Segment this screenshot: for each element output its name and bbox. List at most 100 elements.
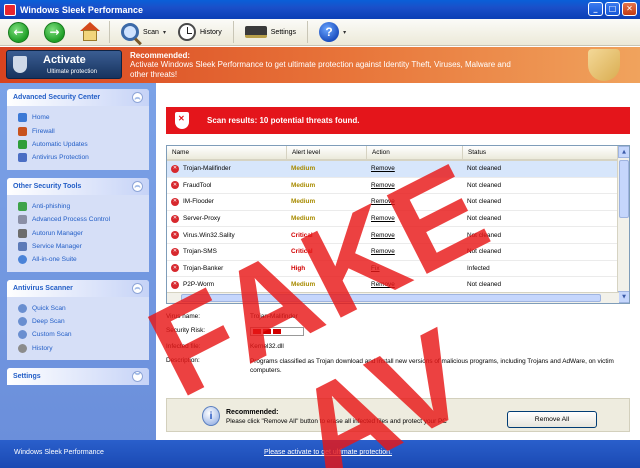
panel-header[interactable]: Other Security Tools ︽ [7, 177, 149, 195]
horizontal-scrollbar[interactable] [167, 292, 619, 303]
chevron-down-icon: ▾ [162, 29, 166, 36]
sidebar-item-autorun-manager[interactable]: Autorun Manager [18, 226, 149, 239]
threat-name-cell: ✕ Server-Proxy [167, 211, 287, 227]
scan-result-text: Scan results: 10 potential threats found… [207, 116, 360, 125]
collapse-icon[interactable]: ︽ [132, 180, 143, 192]
panel-header[interactable]: Antivirus Scanner ︽ [7, 279, 149, 297]
column-header-status[interactable]: Status [463, 146, 621, 159]
threat-icon: ✕ [171, 264, 179, 273]
toolbar-separator [307, 21, 309, 43]
alert-level-cell: Medium [291, 181, 316, 189]
forward-arrow-icon[interactable]: → [44, 21, 65, 43]
sidebar-item-automatic-updates[interactable]: Automatic Updates [18, 138, 149, 151]
sidebar-item-custom-scan[interactable]: Custom Scan [18, 328, 149, 341]
threat-name-cell: ✕ Trojan-Malifinder [167, 161, 287, 177]
magnifier-icon [18, 303, 27, 313]
threat-name: Virus.Win32.Sality [183, 231, 235, 239]
table-row[interactable]: ✕ Server-Proxy Medium Remove Not cleaned [167, 211, 629, 228]
remove-all-button[interactable]: Remove All [507, 411, 597, 428]
sidebar-item-label: Autorun Manager [32, 229, 83, 237]
status-cell: Infected [467, 264, 490, 272]
sidebar-item-all-in-one-suite[interactable]: All-in-one Suite [18, 253, 149, 266]
table-row[interactable]: ✕ Virus.Win32.Sality Critical Remove Not cle… [167, 227, 629, 244]
panel-header[interactable]: Advanced Security Center ︽ [7, 89, 149, 106]
scan-label: Scan [143, 28, 159, 36]
settings-label: Settings [270, 28, 297, 36]
action-link[interactable]: Remove [367, 211, 463, 227]
help-button[interactable]: ? ▾ [316, 21, 349, 43]
table-row[interactable]: ✕ Trojan-Banker High Fix Infected [167, 261, 629, 278]
sidebar-item-deep-scan[interactable]: Deep Scan [18, 315, 149, 328]
back-arrow-icon[interactable]: ← [8, 21, 29, 43]
threat-icon: ✕ [171, 231, 179, 240]
sidebar-item-history[interactable]: History [18, 342, 149, 355]
virus-name-value: Trojan-Malifinder [250, 313, 298, 320]
activate-button[interactable]: Activate Ultimate protection [6, 50, 122, 79]
sidebar-item-antivirus-protection[interactable]: Antivirus Protection [18, 151, 149, 164]
scroll-up-icon[interactable]: ▲ [618, 146, 629, 158]
sidebar-item-label: Firewall [32, 127, 55, 135]
collapse-icon[interactable]: ︽ [132, 282, 143, 294]
history-button[interactable]: History [175, 21, 225, 43]
action-link[interactable]: Remove [367, 227, 463, 243]
scroll-thumb[interactable] [181, 294, 601, 302]
recommendation-text: Please click "Remove All" button to eras… [226, 418, 447, 425]
table-row[interactable]: ✕ Trojan-SMS Critical Remove Not cleaned [167, 244, 629, 261]
column-header-alert-level[interactable]: Alert level [287, 146, 367, 159]
sidebar-item-firewall[interactable]: Firewall [18, 124, 149, 137]
memory-chip-icon [244, 26, 267, 38]
sidebar-item-service-manager[interactable]: Service Manager [18, 240, 149, 253]
minimize-button[interactable]: _ [588, 2, 603, 16]
toolbar: ← → Scan ▾ History Settings ? ▾ [0, 19, 640, 46]
maximize-button[interactable]: □ [605, 2, 620, 16]
sidebar: Advanced Security Center ︽ Home Firewall… [0, 83, 156, 440]
recommendation-title: Recommended: [226, 409, 279, 416]
close-button[interactable]: ✕ [622, 2, 637, 16]
info-icon: i [202, 406, 220, 426]
sidebar-item-process-control[interactable]: Advanced Process Control [18, 213, 149, 226]
sidebar-item-home[interactable]: Home [18, 111, 149, 124]
table-header: Name Alert level Action Status [167, 146, 629, 161]
status-cell: Not cleaned [467, 198, 502, 206]
status-cell: Not cleaned [467, 281, 502, 289]
table-body: ✕ Trojan-Malifinder Medium Remove Not cleane… [167, 161, 629, 294]
home-icon[interactable] [79, 22, 101, 42]
action-link[interactable]: Remove [367, 161, 463, 177]
shield-icon [13, 56, 27, 73]
action-link[interactable]: Fix [367, 261, 463, 277]
status-cell: Not cleaned [467, 231, 502, 239]
threat-name-cell: ✕ Trojan-SMS [167, 244, 287, 260]
action-link[interactable]: Remove [367, 277, 463, 293]
alert-level-cell: Medium [291, 198, 316, 206]
threat-name-cell: ✕ IM-Flooder [167, 194, 287, 210]
status-app-name: Windows Sleek Performance [14, 449, 104, 456]
collapse-icon[interactable]: ︽ [132, 92, 143, 103]
threat-name: P2P-Worm [183, 281, 215, 289]
scroll-down-icon[interactable]: ▼ [618, 291, 629, 303]
column-header-action[interactable]: Action [367, 146, 463, 159]
scan-button[interactable]: Scan ▾ [118, 21, 169, 43]
expand-icon[interactable]: ︾ [132, 371, 143, 383]
table-row[interactable]: ✕ IM-Flooder Medium Remove Not cleaned [167, 194, 629, 211]
firewall-icon [18, 126, 27, 136]
settings-button[interactable]: Settings [242, 21, 299, 43]
panel-header[interactable]: Settings ︾ [7, 368, 149, 386]
sidebar-item-anti-phishing[interactable]: Anti-phishing [18, 200, 149, 213]
column-header-name[interactable]: Name [167, 146, 287, 159]
panel-title: Advanced Security Center [13, 94, 101, 101]
table-row[interactable]: ✕ FraudTool Medium Remove Not cleaned [167, 178, 629, 195]
sidebar-item-quick-scan[interactable]: Quick Scan [18, 302, 149, 315]
alert-level-cell: Medium [291, 281, 316, 289]
alert-level-cell: High [291, 264, 306, 272]
toolbar-separator [109, 21, 110, 43]
action-link[interactable]: Remove [367, 194, 463, 210]
scroll-thumb[interactable] [619, 160, 629, 218]
action-link[interactable]: Remove [367, 244, 463, 260]
sidebar-item-label: Home [32, 114, 50, 122]
activate-link[interactable]: Please activate to get ultimate protecti… [264, 449, 392, 456]
table-row[interactable]: ✕ Trojan-Malifinder Medium Remove Not cleane… [167, 161, 629, 178]
sidebar-item-label: Custom Scan [32, 331, 72, 339]
banner-rec-text: Activate Windows Sleek Performance to ge… [130, 60, 511, 79]
vertical-scrollbar[interactable]: ▲ ▼ [617, 146, 629, 303]
action-link[interactable]: Remove [367, 178, 463, 194]
